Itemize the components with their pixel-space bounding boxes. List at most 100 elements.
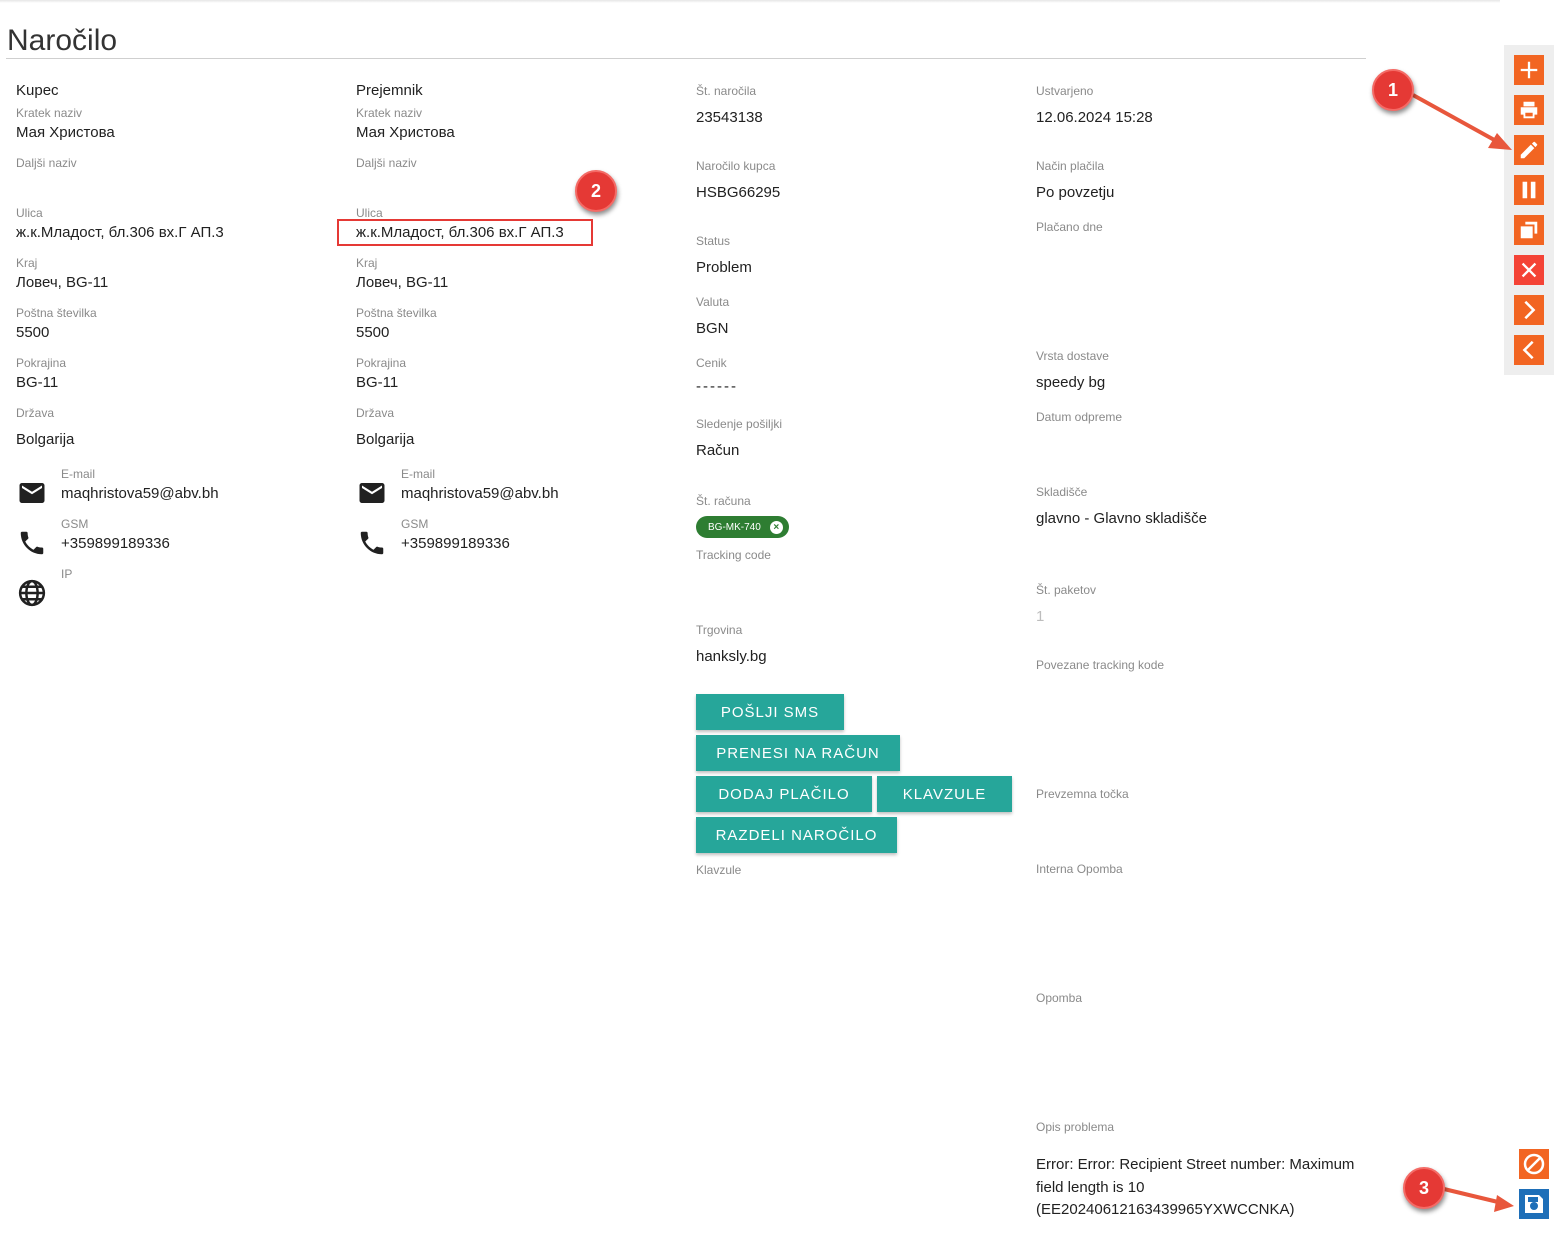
recipient-postal-label: Poštna številka: [356, 306, 437, 320]
pricelist-value: ------: [696, 378, 738, 395]
recipient-postal: 5500: [356, 324, 390, 341]
invoice-chip-label: BG-MK-740: [708, 521, 761, 533]
next-icon[interactable]: [1514, 295, 1544, 325]
problem-description-label: Opis problema: [1036, 1120, 1115, 1134]
recipient-city: Ловеч, BG-11: [356, 274, 449, 291]
created-value: 12.06.2024 15:28: [1036, 109, 1153, 126]
recipient-country: Bolgarija: [356, 431, 415, 448]
chip-remove-icon[interactable]: ×: [769, 520, 783, 534]
action-toolbar: [1504, 45, 1554, 375]
status-value: Problem: [696, 259, 752, 276]
created-label: Ustvarjeno: [1036, 84, 1094, 98]
pause-icon[interactable]: [1514, 175, 1544, 205]
status-label: Status: [696, 234, 731, 248]
recipient-short-name-label: Kratek naziv: [356, 106, 423, 120]
recipient-region-label: Pokrajina: [356, 356, 407, 370]
customer-order: HSBG66295: [696, 184, 781, 201]
recipient-email[interactable]: maqhristova59@abv.bh: [401, 485, 559, 502]
recipient-gsm-label: GSM: [401, 517, 429, 531]
save-icon[interactable]: [1519, 1189, 1549, 1219]
page-title: Naročilo: [7, 24, 118, 57]
buyer-postal-label: Poštna številka: [16, 306, 97, 320]
send-sms-button[interactable]: POŠLJI SMS: [696, 694, 844, 730]
currency-label: Valuta: [696, 295, 730, 309]
buyer-region: BG-11: [16, 374, 59, 391]
shipment-tracking-value: Račun: [696, 442, 740, 459]
packages-value: 1: [1036, 608, 1045, 625]
buyer-email[interactable]: maqhristova59@abv.bh: [61, 485, 219, 502]
edit-icon[interactable]: [1514, 135, 1544, 165]
transfer-to-invoice-button[interactable]: PRENESI NA RAČUN: [696, 735, 900, 771]
payment-method-label: Način plačila: [1036, 159, 1105, 173]
problem-description: Error: Error: Recipient Street number: M…: [1036, 1156, 1355, 1218]
callout-badge-2: 2: [575, 170, 617, 212]
internal-note-label: Interna Opomba: [1036, 862, 1123, 876]
recipient-short-name: Мая Христова: [356, 124, 455, 141]
buyer-country: Bolgarija: [16, 431, 75, 448]
payment-method-value: Po povzetju: [1036, 184, 1115, 201]
buyer-short-name-label: Kratek naziv: [16, 106, 83, 120]
callout-badge-1: 1: [1372, 69, 1414, 111]
clauses-label: Klavzule: [696, 863, 742, 877]
buyer-city-label: Kraj: [16, 256, 38, 270]
buyer-email-label: E-mail: [61, 467, 96, 481]
pricelist-label: Cenik: [696, 356, 727, 370]
recipient-street-label: Ulica: [356, 206, 383, 220]
invoice-number-label: Št. računa: [696, 494, 751, 508]
buyer-street-label: Ulica: [16, 206, 43, 220]
pickup-point-label: Prevzemna točka: [1036, 787, 1129, 801]
shop-value: hanksly.bg: [696, 648, 767, 665]
recipient-email-label: E-mail: [401, 467, 436, 481]
order-number: 23543138: [696, 109, 763, 126]
shop-label: Trgovina: [696, 623, 743, 637]
buyer-postal: 5500: [16, 324, 50, 341]
customer-order-label: Naročilo kupca: [696, 159, 776, 173]
globe-icon: [17, 578, 47, 608]
shipment-tracking-label: Sledenje pošiljki: [696, 417, 783, 431]
phone-icon: [17, 528, 47, 558]
note-label: Opomba: [1036, 991, 1083, 1005]
buyer-street: ж.к.Младост, бл.306 вх.Г АП.3: [16, 224, 224, 241]
clauses-button[interactable]: KLAVZULE: [877, 776, 1012, 812]
delivery-type-label: Vrsta dostave: [1036, 349, 1109, 363]
order-number-label: Št. naročila: [696, 84, 757, 98]
tracking-code-label: Tracking code: [696, 548, 771, 562]
recipient-gsm[interactable]: +359899189336: [401, 535, 510, 552]
buyer-short-name: Мая Христова: [16, 124, 115, 141]
print-icon[interactable]: [1514, 95, 1544, 125]
buyer-gsm[interactable]: +359899189336: [61, 535, 170, 552]
title-divider: [6, 58, 1366, 59]
plus-icon[interactable]: [1514, 55, 1544, 85]
buyer-heading: Kupec: [16, 82, 59, 99]
email-icon: [357, 478, 387, 508]
linked-tracking-label: Povezane tracking kode: [1036, 658, 1165, 672]
warehouse-label: Skladišče: [1036, 485, 1088, 499]
paid-on-label: Plačano dne: [1036, 220, 1103, 234]
cancel-icon[interactable]: [1519, 1149, 1549, 1179]
phone-icon: [357, 528, 387, 558]
recipient-heading: Prejemnik: [356, 82, 423, 99]
ship-date-label: Datum odpreme: [1036, 410, 1123, 424]
recipient-country-label: Država: [356, 406, 395, 420]
street-highlight-box: [337, 219, 593, 246]
close-icon[interactable]: [1514, 255, 1544, 285]
arrow-1: [1412, 93, 1499, 144]
copy-icon[interactable]: [1514, 215, 1544, 245]
split-order-button[interactable]: RAZDELI NAROČILO: [696, 817, 897, 853]
recipient-long-name-label: Daljši naziv: [356, 156, 417, 170]
warehouse-value: glavno - Glavno skladišče: [1036, 510, 1207, 527]
top-shadow: [0, 0, 1500, 3]
buyer-ip-label: IP: [61, 567, 73, 581]
delivery-type-value: speedy bg: [1036, 374, 1106, 391]
prev-icon[interactable]: [1514, 335, 1544, 365]
arrow-3: [1443, 1187, 1499, 1204]
currency-value: BGN: [696, 320, 729, 337]
buyer-country-label: Država: [16, 406, 55, 420]
add-payment-button[interactable]: DODAJ PLAČILO: [696, 776, 872, 812]
invoice-chip[interactable]: BG-MK-740 ×: [696, 516, 789, 538]
buyer-gsm-label: GSM: [61, 517, 89, 531]
buyer-long-name-label: Daljši naziv: [16, 156, 77, 170]
recipient-region: BG-11: [356, 374, 399, 391]
packages-label: Št. paketov: [1036, 583, 1097, 597]
callout-badge-3: 3: [1403, 1167, 1445, 1209]
